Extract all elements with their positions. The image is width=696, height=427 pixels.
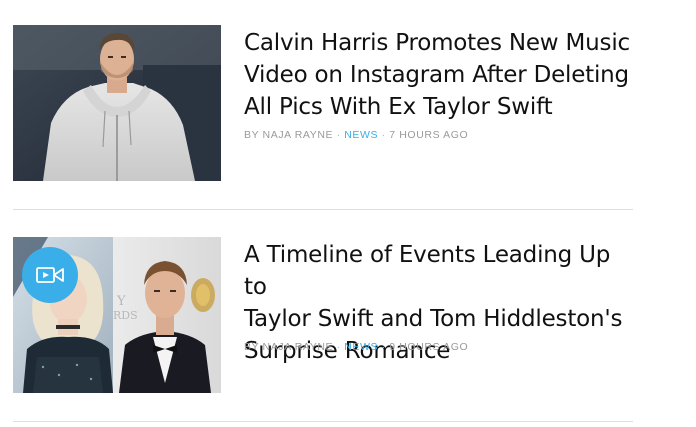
article-thumbnail[interactable]: Y RDS: [13, 237, 221, 393]
article-timestamp: 7 HOURS AGO: [389, 129, 469, 141]
article-thumbnail[interactable]: [13, 25, 221, 181]
byline-separator: ·: [333, 129, 345, 141]
headline-line: Calvin Harris Promotes New Music: [244, 30, 630, 56]
article-byline: BY NAJA RAYNE · NEWS · 9 HOURS AGO: [244, 341, 468, 353]
byline-author[interactable]: BY NAJA RAYNE: [244, 129, 333, 141]
video-camera-icon: [36, 267, 64, 283]
byline-separator: ·: [378, 129, 390, 141]
article-card[interactable]: Y RDS A Timeline of Events Leading Up to…: [13, 237, 633, 394]
article-byline: BY NAJA RAYNE · NEWS · 7 HOURS AGO: [244, 129, 468, 141]
video-badge[interactable]: [22, 247, 78, 303]
background-text: Y: [116, 294, 126, 309]
headline-line: A Timeline of Events Leading Up to: [244, 242, 611, 300]
background-text: RDS: [113, 309, 138, 322]
headline-line: Taylor Swift and Tom Hiddleston's: [244, 306, 623, 332]
headline-line: All Pics With Ex Taylor Swift: [244, 94, 553, 120]
byline-separator: ·: [333, 341, 345, 353]
article-headline[interactable]: Calvin Harris Promotes New Music Video o…: [244, 27, 634, 123]
byline-author[interactable]: BY NAJA RAYNE: [244, 341, 333, 353]
article-divider: [13, 209, 633, 210]
man-in-grey-hoodie-photo: [13, 25, 221, 181]
headline-line: Video on Instagram After Deleting: [244, 62, 629, 88]
category-link[interactable]: NEWS: [344, 341, 378, 353]
article-divider: [13, 421, 633, 422]
category-link[interactable]: NEWS: [344, 129, 378, 141]
article-card[interactable]: Calvin Harris Promotes New Music Video o…: [13, 25, 633, 182]
byline-separator: ·: [378, 341, 390, 353]
article-timestamp: 9 HOURS AGO: [389, 341, 469, 353]
article-feed: Calvin Harris Promotes New Music Video o…: [0, 0, 696, 427]
